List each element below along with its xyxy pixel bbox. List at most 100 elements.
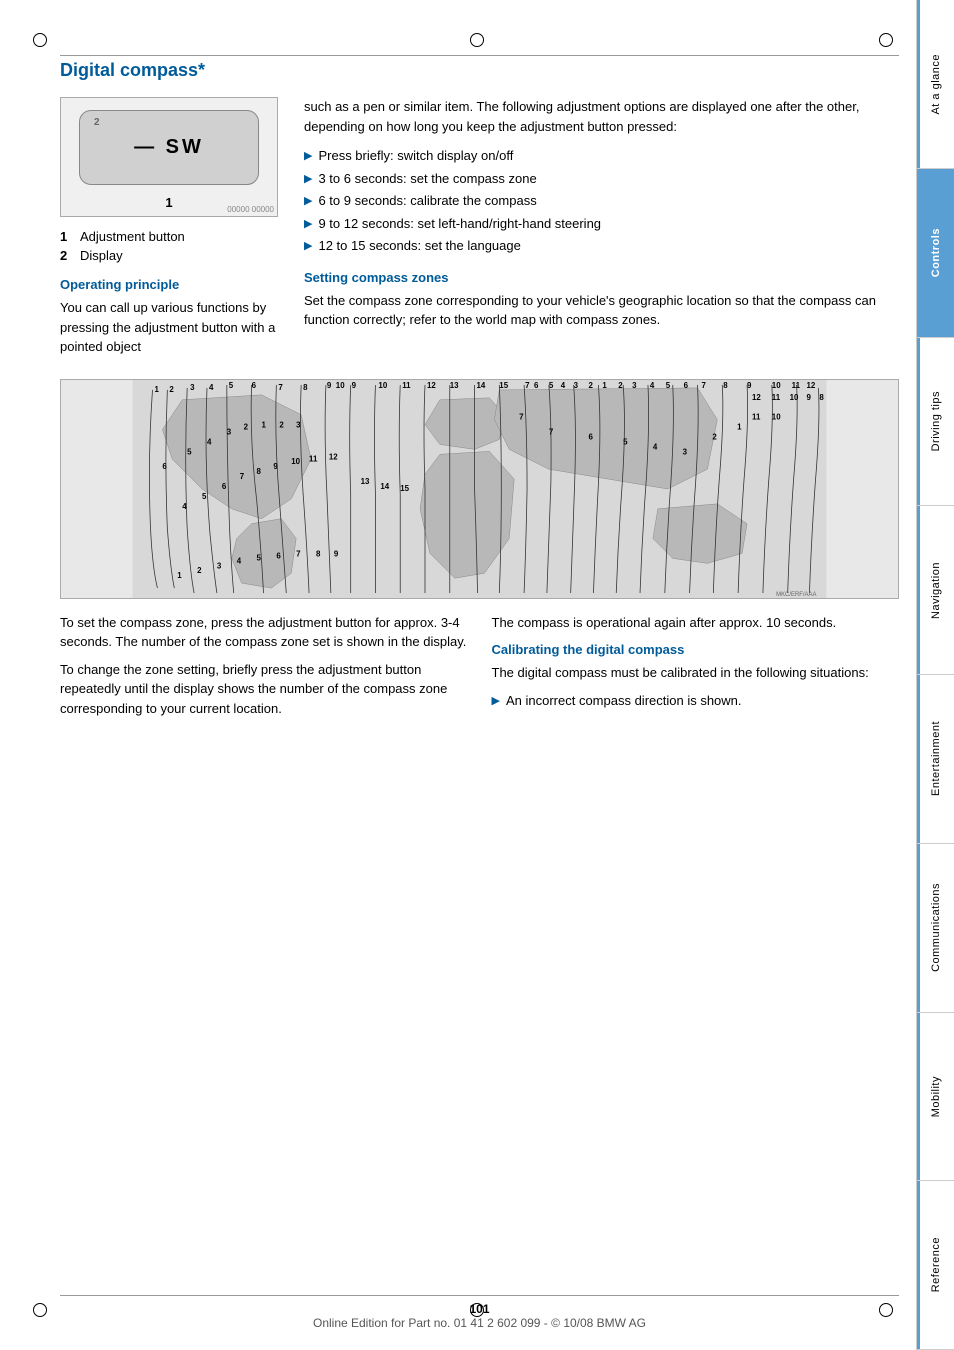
setting-compass-zones-heading: Setting compass zones: [304, 270, 899, 285]
reg-mark-top-mid: [467, 30, 487, 50]
calibrating-heading: Calibrating the digital compass: [492, 642, 900, 657]
sidebar-tab-driving-tips[interactable]: Driving tips: [917, 338, 954, 507]
svg-text:1: 1: [177, 571, 182, 580]
svg-text:4: 4: [207, 437, 212, 446]
svg-text:11: 11: [772, 392, 781, 401]
svg-text:10: 10: [772, 412, 781, 421]
bottom-right-para1: The compass is operational again after a…: [492, 613, 900, 633]
svg-text:2: 2: [712, 432, 717, 441]
svg-text:3: 3: [632, 380, 637, 389]
bottom-left-para1: To set the compass zone, press the adjus…: [60, 613, 468, 652]
svg-text:4: 4: [561, 380, 566, 389]
svg-text:7: 7: [549, 427, 554, 436]
right-column: such as a pen or similar item. The follo…: [304, 97, 899, 365]
page-number: 101: [469, 1302, 489, 1316]
sidebar-tab-entertainment[interactable]: Entertainment: [917, 675, 954, 844]
svg-text:11: 11: [752, 412, 761, 421]
operating-principle-body: You can call up various functions by pre…: [60, 298, 280, 357]
bullet-item-5: ▶ 12 to 15 seconds: set the language: [304, 236, 899, 256]
svg-text:12: 12: [427, 380, 436, 389]
svg-text:2: 2: [197, 566, 202, 575]
bullet-arrow-2: ▶: [304, 171, 312, 189]
svg-text:6: 6: [589, 432, 594, 441]
svg-text:10: 10: [291, 457, 300, 466]
svg-text:4: 4: [650, 380, 655, 389]
bottom-two-col: To set the compass zone, press the adjus…: [60, 613, 899, 727]
svg-text:11: 11: [792, 380, 801, 389]
bottom-left-para2: To change the zone setting, briefly pres…: [60, 660, 468, 719]
reg-mark-top-left: [30, 30, 50, 50]
reg-mark-top-right: [876, 30, 896, 50]
right-col-intro: such as a pen or similar item. The follo…: [304, 97, 899, 136]
svg-text:13: 13: [361, 477, 370, 486]
svg-text:5: 5: [257, 553, 262, 562]
bullet-arrow-3: ▶: [304, 193, 312, 211]
bullet-arrow-5: ▶: [304, 238, 312, 256]
svg-text:14: 14: [477, 380, 486, 389]
bullet-item-2: ▶ 3 to 6 seconds: set the compass zone: [304, 169, 899, 189]
calibrating-bullet-list: ▶ An incorrect compass direction is show…: [492, 691, 900, 711]
sidebar-tab-navigation[interactable]: Navigation: [917, 506, 954, 675]
footer-text: Online Edition for Part no. 01 41 2 602 …: [313, 1316, 646, 1330]
svg-text:9: 9: [327, 380, 332, 389]
svg-text:10: 10: [772, 380, 781, 389]
svg-text:3: 3: [296, 420, 301, 429]
bullet-item-3: ▶ 6 to 9 seconds: calibrate the compass: [304, 191, 899, 211]
svg-text:MKC/ERF/AAA: MKC/ERF/AAA: [776, 592, 816, 598]
sidebar-tab-controls[interactable]: Controls: [917, 169, 954, 338]
top-two-col: 2 — SW 1 00000 00000 1 Adjustment button…: [60, 97, 899, 365]
svg-text:5: 5: [229, 380, 234, 389]
sidebar-tab-at-a-glance[interactable]: At a glance: [917, 0, 954, 169]
svg-text:2: 2: [618, 380, 623, 389]
svg-text:7: 7: [278, 382, 283, 391]
svg-text:6: 6: [534, 380, 539, 389]
bullet-arrow-1: ▶: [304, 148, 312, 166]
svg-text:11: 11: [402, 380, 411, 389]
svg-text:13: 13: [450, 380, 459, 389]
svg-text:10: 10: [378, 380, 387, 389]
calibrating-body: The digital compass must be calibrated i…: [492, 663, 900, 683]
svg-text:15: 15: [400, 483, 409, 492]
page-title: Digital compass*: [60, 60, 899, 81]
left-column: 2 — SW 1 00000 00000 1 Adjustment button…: [60, 97, 280, 365]
svg-text:4: 4: [209, 382, 214, 391]
svg-text:2: 2: [589, 380, 594, 389]
svg-text:5: 5: [666, 380, 671, 389]
operating-principle-heading: Operating principle: [60, 277, 280, 292]
svg-text:4: 4: [653, 442, 658, 451]
sidebar-tab-mobility[interactable]: Mobility: [917, 1013, 954, 1182]
calibrating-bullet-arrow: ▶: [492, 693, 500, 711]
image-credit: 00000 00000: [227, 205, 274, 214]
display-label-1: 1: [165, 195, 172, 210]
svg-text:6: 6: [276, 551, 281, 560]
svg-text:7: 7: [525, 380, 530, 389]
svg-text:9: 9: [352, 380, 357, 389]
svg-text:12: 12: [807, 380, 816, 389]
svg-text:5: 5: [549, 380, 554, 389]
sidebar-tab-reference[interactable]: Reference: [917, 1181, 954, 1350]
bullet-item-1: ▶ Press briefly: switch display on/off: [304, 146, 899, 166]
bullet-list: ▶ Press briefly: switch display on/off ▶…: [304, 146, 899, 256]
svg-text:8: 8: [819, 392, 824, 401]
svg-text:8: 8: [316, 549, 321, 558]
svg-text:7: 7: [701, 380, 706, 389]
svg-text:10: 10: [336, 380, 345, 389]
svg-text:8: 8: [257, 467, 262, 476]
svg-text:5: 5: [202, 491, 207, 500]
calibrating-bullet-item: ▶ An incorrect compass direction is show…: [492, 691, 900, 711]
sidebar-tab-communications[interactable]: Communications: [917, 844, 954, 1013]
svg-text:2: 2: [244, 422, 249, 431]
page-footer: 101 Online Edition for Part no. 01 41 2 …: [60, 1295, 899, 1330]
svg-text:8: 8: [303, 382, 308, 391]
svg-text:1: 1: [262, 420, 267, 429]
svg-text:7: 7: [296, 549, 301, 558]
bullet-item-4: ▶ 9 to 12 seconds: set left-hand/right-h…: [304, 214, 899, 234]
svg-text:6: 6: [222, 482, 227, 491]
world-map-image: 1 2 3 4 5 6 7 8 9 10 9 10 11 12 13 14 15…: [60, 379, 899, 599]
svg-text:2: 2: [169, 384, 174, 393]
svg-text:6: 6: [252, 380, 257, 389]
svg-text:12: 12: [752, 392, 761, 401]
svg-text:14: 14: [380, 482, 389, 491]
svg-text:1: 1: [737, 422, 742, 431]
svg-text:1: 1: [602, 380, 607, 389]
